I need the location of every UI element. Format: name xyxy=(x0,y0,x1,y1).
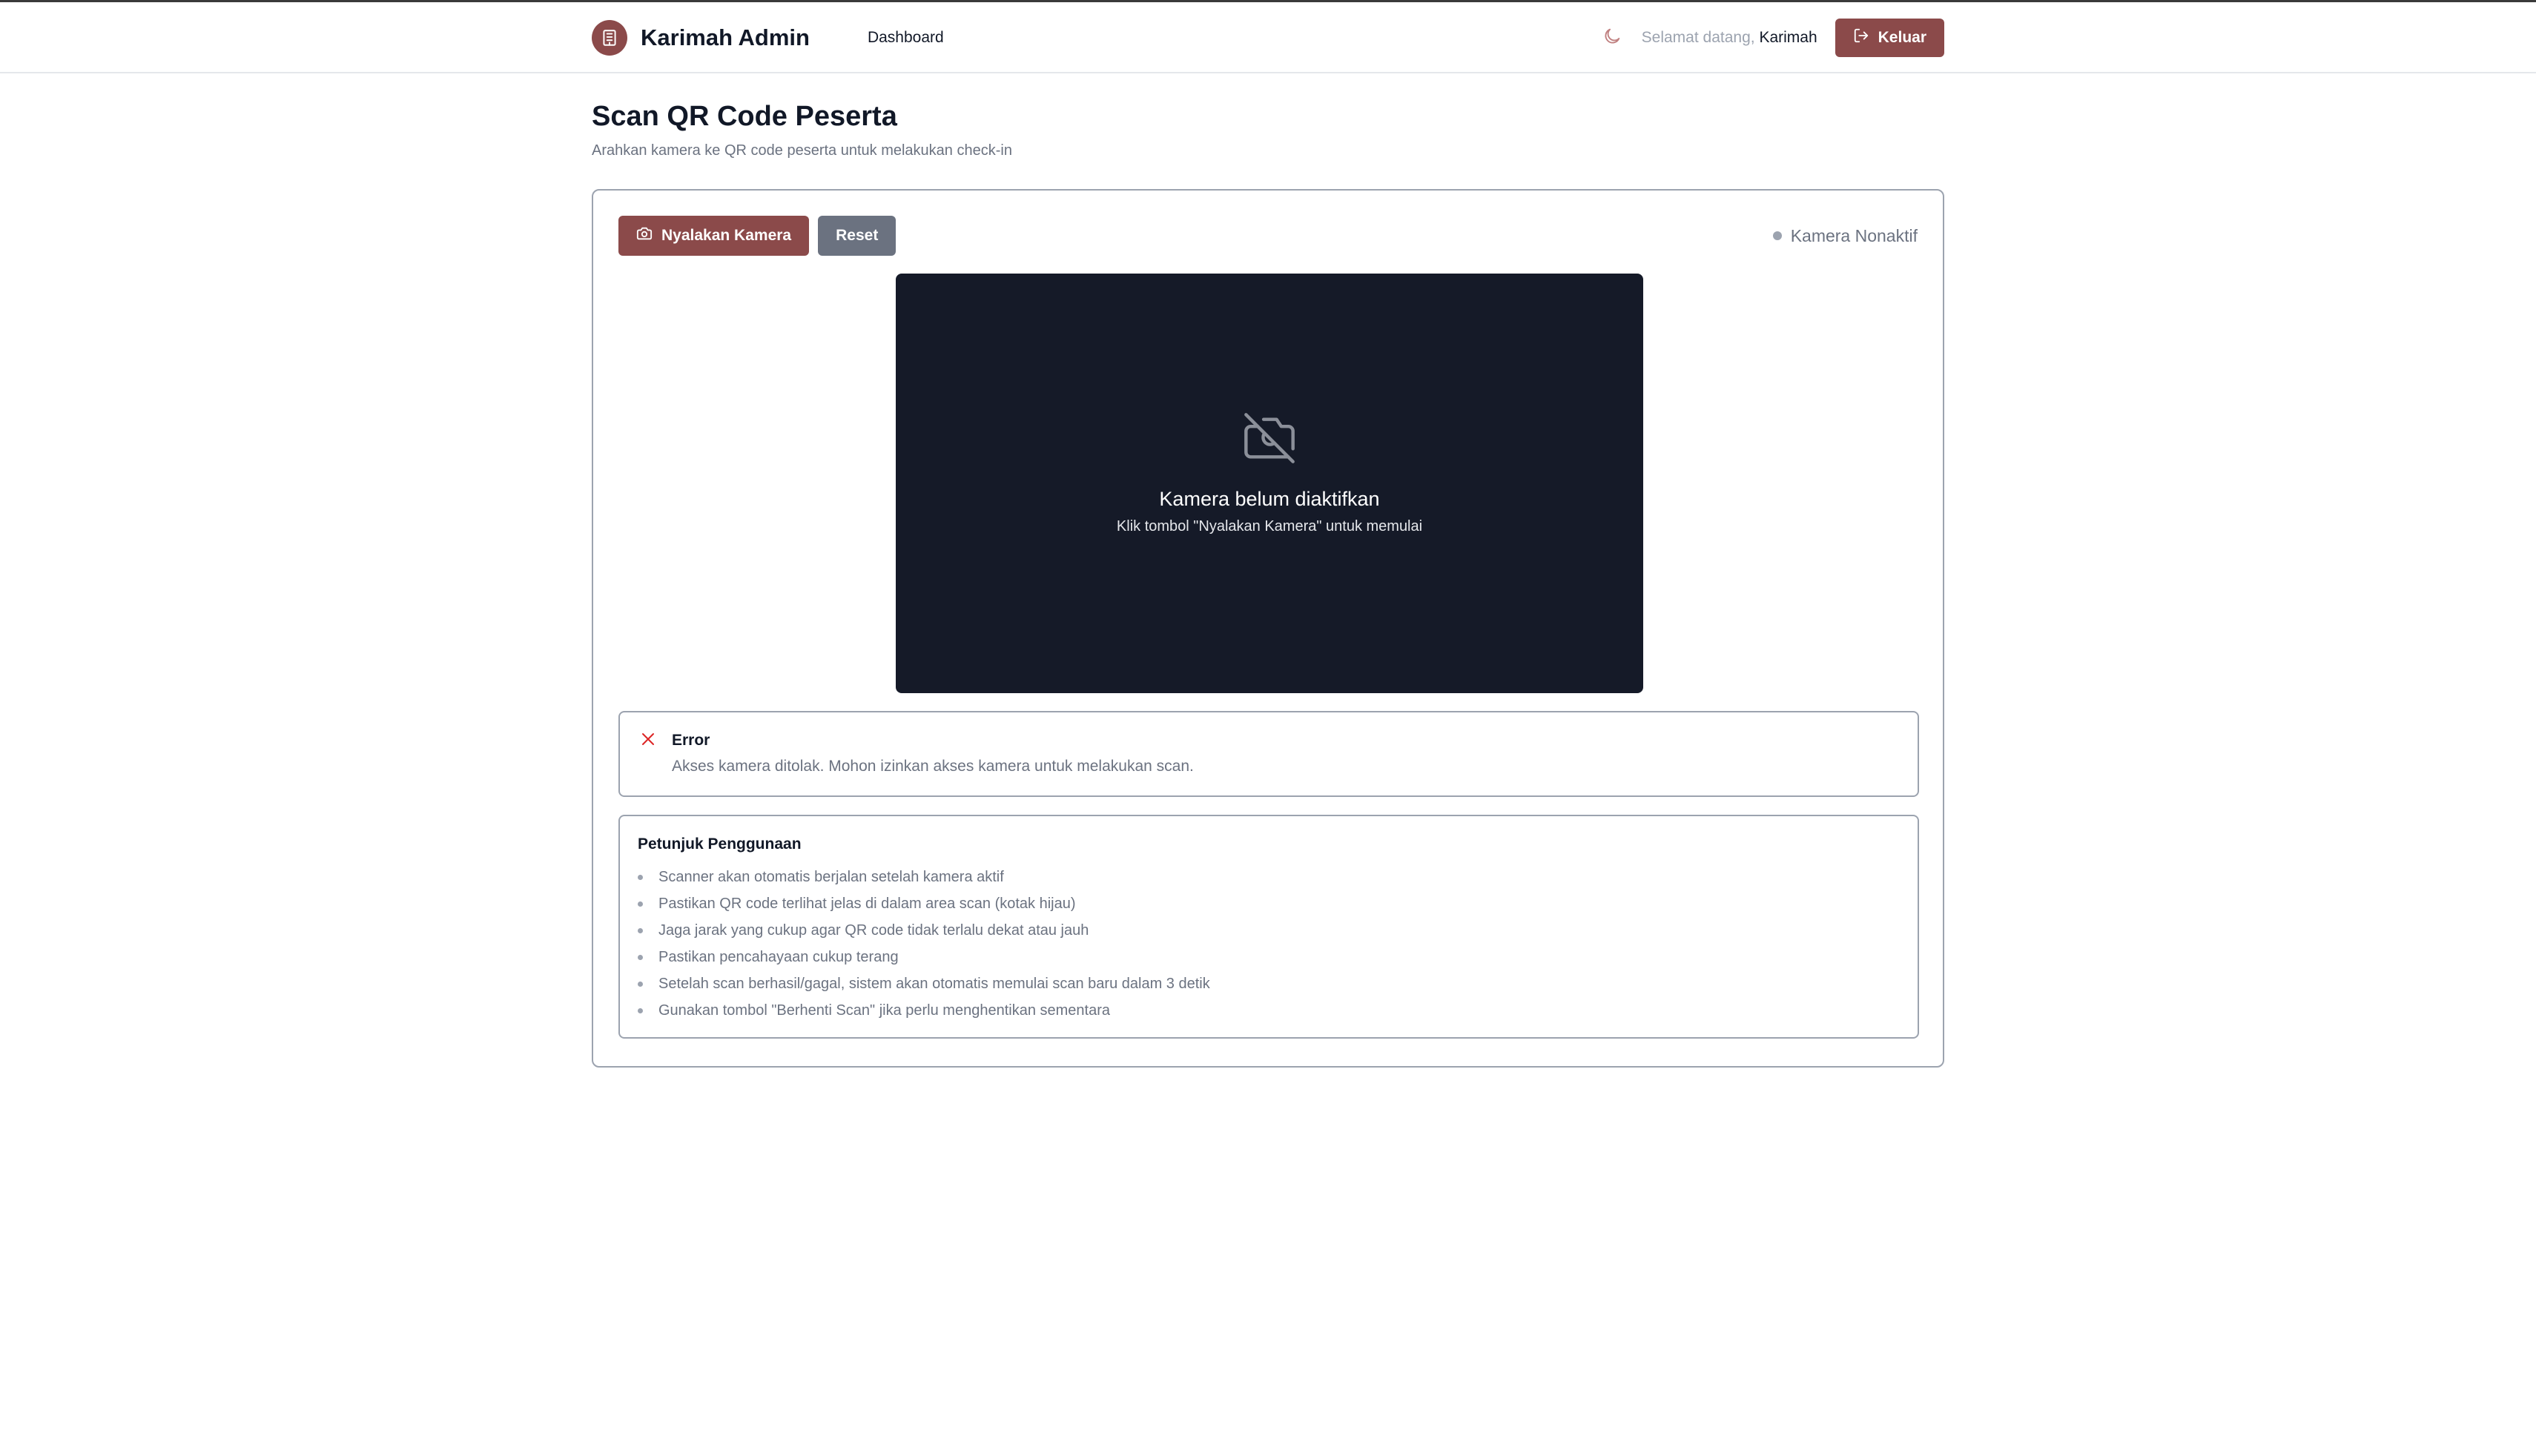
navbar-content: Karimah Admin Dashboard Selamat datang, … xyxy=(592,2,1944,73)
bullet xyxy=(638,901,643,907)
guide-item-text: Pastikan pencahayaan cukup terang xyxy=(658,949,899,965)
nav-link-dashboard[interactable]: Dashboard xyxy=(868,29,944,47)
logout-icon xyxy=(1853,27,1878,48)
camera-status: Kamera Nonaktif xyxy=(1772,225,1918,246)
usage-guide-list: Scanner akan otomatis berjalan setelah k… xyxy=(638,864,1210,1024)
guide-item-text: Pastikan QR code terlihat jelas di dalam… xyxy=(658,896,1076,912)
close-icon xyxy=(639,730,657,752)
camera-viewport: Kamera belum diaktifkan Klik tombol "Nya… xyxy=(896,274,1643,693)
usage-guide-title: Petunjuk Penggunaan xyxy=(638,835,802,853)
brand[interactable]: Karimah Admin xyxy=(592,20,810,56)
bullet xyxy=(638,927,643,933)
brand-title: Karimah Admin xyxy=(641,24,810,50)
start-camera-button[interactable]: Nyalakan Kamera xyxy=(618,216,810,256)
page-subtitle: Arahkan kamera ke QR code peserta untuk … xyxy=(592,142,1012,159)
navbar-right: Selamat datang, Karimah Keluar xyxy=(1597,19,1944,57)
page-title: Scan QR Code Peserta xyxy=(592,101,897,132)
logout-button[interactable]: Keluar xyxy=(1835,19,1944,57)
welcome-prefix: Selamat datang, xyxy=(1641,29,1755,46)
user-name: Karimah xyxy=(1759,29,1817,46)
camera-status-label: Kamera Nonaktif xyxy=(1790,225,1918,245)
camera-off-icon xyxy=(1241,410,1298,470)
reset-button[interactable]: Reset xyxy=(818,216,896,256)
guide-item-text: Setelah scan berhasil/gagal, sistem akan… xyxy=(658,976,1210,992)
building-icon xyxy=(592,20,627,56)
error-message: Akses kamera ditolak. Mohon izinkan akse… xyxy=(672,758,1194,775)
bullet xyxy=(638,981,643,987)
bullet xyxy=(638,874,643,880)
guide-item-text: Scanner akan otomatis berjalan setelah k… xyxy=(658,869,1004,885)
guide-item-text: Gunakan tombol "Berhenti Scan" jika perl… xyxy=(658,1002,1110,1019)
moon-icon xyxy=(1602,26,1622,50)
error-title: Error xyxy=(672,732,710,749)
list-item: Scanner akan otomatis berjalan setelah k… xyxy=(638,864,1210,890)
camera-inactive-hint: Klik tombol "Nyalakan Kamera" untuk memu… xyxy=(1116,517,1423,535)
navbar: Karimah Admin Dashboard Selamat datang, … xyxy=(0,2,2536,73)
guide-item-text: Jaga jarak yang cukup agar QR code tidak… xyxy=(658,922,1089,939)
list-item: Pastikan QR code terlihat jelas di dalam… xyxy=(638,890,1210,917)
bullet xyxy=(638,954,643,960)
scanner-card: Nyalakan Kamera Reset Kamera Nonaktif Ka… xyxy=(592,189,1944,1068)
error-alert: Error Akses kamera ditolak. Mohon izinka… xyxy=(618,711,1919,797)
camera-icon xyxy=(636,225,661,246)
start-camera-label: Nyalakan Kamera xyxy=(661,227,792,244)
list-item: Gunakan tombol "Berhenti Scan" jika perl… xyxy=(638,997,1210,1024)
theme-toggle-button[interactable] xyxy=(1597,23,1627,53)
list-item: Jaga jarak yang cukup agar QR code tidak… xyxy=(638,917,1210,944)
list-item: Pastikan pencahayaan cukup terang xyxy=(638,944,1210,970)
welcome-text: Selamat datang, Karimah xyxy=(1642,29,1817,47)
camera-inactive-title: Kamera belum diaktifkan xyxy=(1159,487,1380,510)
logout-label: Keluar xyxy=(1878,29,1926,46)
usage-guide: Petunjuk Penggunaan Scanner akan otomati… xyxy=(618,815,1919,1039)
status-dot xyxy=(1772,231,1782,240)
scanner-toolbar: Nyalakan Kamera Reset Kamera Nonaktif xyxy=(618,216,1918,256)
list-item: Setelah scan berhasil/gagal, sistem akan… xyxy=(638,970,1210,997)
bullet xyxy=(638,1007,643,1013)
